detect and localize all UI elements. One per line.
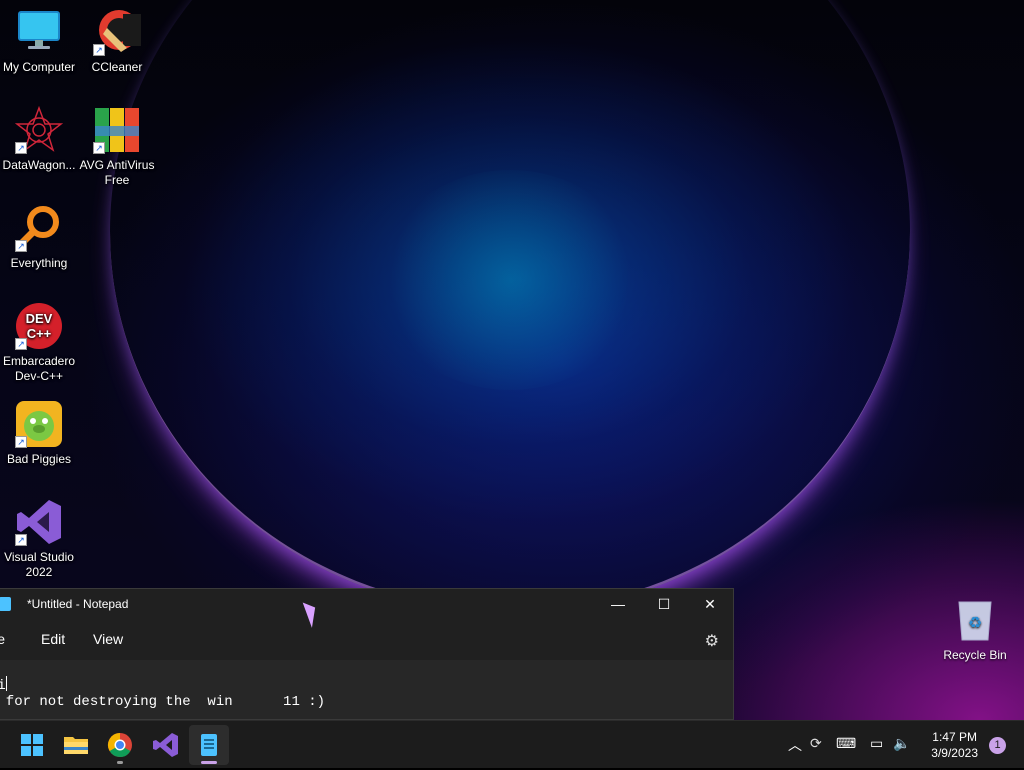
svg-text:C++: C++ [27, 326, 52, 341]
svg-text:DEV: DEV [26, 311, 53, 326]
menu-bar: ile Edit View ⚙ [0, 619, 733, 659]
notification-badge[interactable]: 1 [989, 737, 1006, 754]
shortcut-arrow-icon: ↗ [15, 142, 27, 154]
shortcut-arrow-icon: ↗ [15, 534, 27, 546]
desktop-icon-ccleaner[interactable]: ↗ CCleaner [78, 8, 156, 75]
shortcut-arrow-icon: ↗ [93, 142, 105, 154]
notepad-window[interactable]: *Untitled - Notepad — ☐ ✕ ile Edit View … [0, 588, 734, 720]
minimize-button[interactable]: — [595, 589, 641, 619]
monitor-icon [15, 8, 63, 56]
clock-time: 1:47 PM [932, 730, 977, 744]
visual-studio-icon [153, 733, 178, 757]
desktop-icon-datawagon[interactable]: ↗ DataWagon... [0, 105, 78, 173]
visual-studio-icon: ↗ [15, 498, 63, 546]
notepad-titlebar[interactable]: *Untitled - Notepad — ☐ ✕ [0, 589, 733, 619]
desktop-icon-label: Visual Studio 2022 [4, 550, 74, 579]
desktop-icon-visual-studio[interactable]: ↗ Visual Studio 2022 [0, 498, 78, 580]
pig-icon: ↗ [15, 400, 63, 448]
avg-icon: ↗ [93, 106, 141, 154]
recycle-bin-icon: ♻ [955, 598, 995, 642]
clock-date: 3/9/2023 [931, 746, 978, 760]
ccleaner-icon: ↗ [93, 8, 141, 56]
magnifier-icon: ↗ [15, 204, 63, 252]
windows-logo-icon [21, 734, 43, 756]
desktop-icon-label: My Computer [2, 60, 76, 74]
window-title: *Untitled - Notepad [27, 597, 129, 611]
desktop-icon-label: Everything [10, 256, 68, 270]
menu-edit[interactable]: Edit [41, 631, 65, 647]
desktop-icon-label: Embarcadero Dev-C++ [2, 354, 76, 383]
running-indicator [117, 761, 123, 764]
datawagon-icon: ↗ [14, 105, 64, 154]
network-icon[interactable]: ▭ [870, 735, 883, 752]
editor-line: y for not destroying the win 11 :) [0, 694, 326, 710]
keyboard-icon[interactable]: ⌨ [836, 735, 856, 752]
recycle-bin-label: Recycle Bin [943, 648, 1007, 662]
close-button[interactable]: ✕ [687, 589, 733, 619]
desktop-icon-label: Bad Piggies [6, 452, 72, 466]
chevron-up-icon[interactable]: ︿ [788, 735, 802, 755]
desktop-icon-recycle-bin[interactable]: ♻ Recycle Bin [938, 598, 1012, 662]
desktop-icon-my-computer[interactable]: My Computer [0, 8, 78, 75]
file-explorer-button[interactable] [56, 725, 96, 765]
wallpaper-orb [110, 0, 910, 613]
shortcut-arrow-icon: ↗ [15, 338, 27, 350]
text-caret [5, 676, 7, 691]
desktop-icon-devcpp[interactable]: DEV C++ ↗ Embarcadero Dev-C++ [0, 302, 78, 384]
notepad-taskbar-button[interactable] [189, 725, 229, 765]
devcpp-icon: DEV C++ ↗ [15, 302, 63, 350]
menu-view[interactable]: View [93, 631, 123, 647]
text-editor[interactable]: hi y for not destroying the win 11 :) [0, 660, 733, 719]
desktop-icon-label: AVG AntiVirus Free [79, 158, 155, 187]
notepad-icon [201, 734, 217, 756]
desktop-icon-bad-piggies[interactable]: ↗ Bad Piggies [0, 400, 78, 467]
desktop-icon-label: DataWagon... [2, 158, 76, 172]
visual-studio-taskbar-button[interactable] [145, 725, 185, 765]
taskbar: ︿ ⟳ ⌨ ▭ 🔈 1:47 PM 3/9/2023 1 [0, 720, 1024, 768]
desktop-icon-label: CCleaner [91, 60, 143, 74]
clock[interactable]: 1:47 PM 3/9/2023 [931, 729, 978, 761]
folder-icon [64, 737, 88, 754]
start-button[interactable] [12, 725, 52, 765]
volume-icon[interactable]: 🔈 [893, 735, 910, 752]
chrome-icon [107, 733, 132, 758]
menu-file[interactable]: ile [0, 631, 5, 647]
shortcut-arrow-icon: ↗ [15, 240, 27, 252]
editor-line: hi [0, 676, 7, 694]
notepad-icon [0, 597, 11, 611]
svg-text:♻: ♻ [968, 613, 982, 632]
shortcut-arrow-icon: ↗ [15, 436, 27, 448]
shortcut-arrow-icon: ↗ [93, 44, 105, 56]
desktop-icon-avg[interactable]: ↗ AVG AntiVirus Free [78, 106, 156, 188]
maximize-button[interactable]: ☐ [641, 589, 687, 619]
active-indicator [201, 761, 217, 764]
chrome-button[interactable] [100, 725, 140, 765]
settings-gear-icon[interactable]: ⚙ [705, 631, 719, 651]
sync-icon[interactable]: ⟳ [810, 735, 822, 752]
desktop-icon-everything[interactable]: ↗ Everything [0, 204, 78, 271]
